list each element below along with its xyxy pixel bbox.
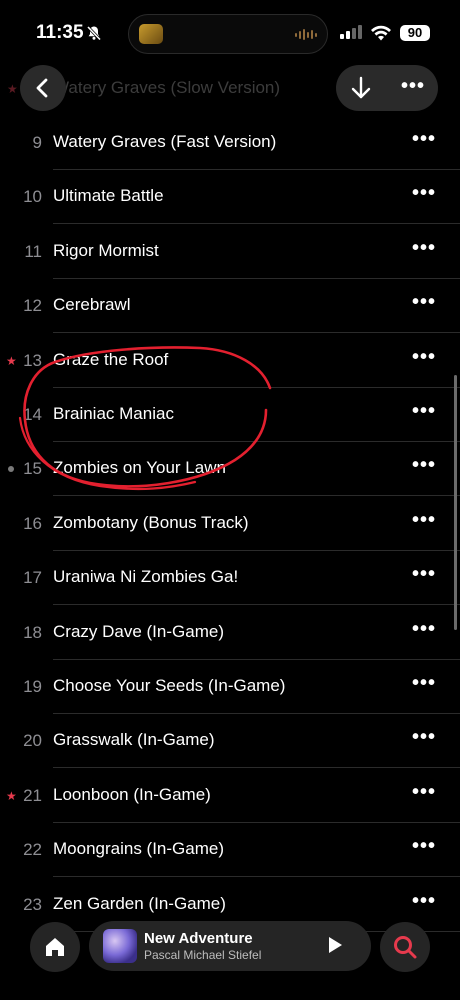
track-more-button[interactable]: ••• (410, 507, 438, 537)
track-row[interactable]: ★ 21 Loonboon (In-Game) ••• (0, 769, 460, 823)
back-button[interactable] (20, 65, 66, 111)
track-number: 11 (24, 241, 42, 261)
track-more-button[interactable]: ••• (410, 724, 438, 754)
status-time: 11:35 (36, 22, 84, 43)
track-row[interactable]: 14 Brainiac Maniac ••• (0, 388, 460, 442)
dynamic-island[interactable] (128, 14, 328, 54)
track-row[interactable]: 15 Zombies on Your Lawn ••• (0, 442, 460, 497)
track-more-button[interactable]: ••• (410, 779, 438, 809)
track-title: Grasswalk (In-Game) (53, 730, 215, 750)
play-icon[interactable] (325, 935, 345, 955)
status-dot-icon (8, 466, 14, 473)
track-row[interactable]: 22 Moongrains (In-Game) ••• (0, 823, 460, 878)
scrollbar[interactable] (454, 375, 457, 630)
chevron-left-icon (36, 78, 48, 98)
track-title: Watery Graves (Slow Version) (53, 78, 281, 97)
track-more-button[interactable]: ••• (410, 833, 438, 863)
track-number: 16 (23, 513, 42, 533)
track-title: Cerebrawl (53, 295, 131, 315)
track-number: 21 (23, 785, 42, 805)
track-number: 18 (23, 622, 42, 642)
now-playing-art-thumbnail (139, 24, 163, 44)
track-row[interactable]: 10 Ultimate Battle ••• (0, 170, 460, 225)
audio-waveform-icon (295, 29, 317, 40)
track-number: 12 (23, 296, 42, 316)
track-number: 9 (32, 133, 42, 152)
track-more-button[interactable]: ••• (410, 180, 438, 210)
track-row[interactable]: 18 Crazy Dave (In-Game) ••• (0, 606, 460, 660)
favorite-star-icon: ★ (6, 353, 17, 368)
track-more-button[interactable]: ••• (410, 398, 438, 428)
more-options-button[interactable]: ••• (398, 73, 428, 103)
track-number: 23 (23, 894, 42, 914)
album-art (103, 929, 137, 963)
home-button[interactable] (30, 922, 80, 972)
track-title: Rigor Mormist (53, 240, 159, 260)
track-title: Loonboon (In-Game) (53, 784, 211, 804)
track-title: Zombotany (Bonus Track) (53, 512, 249, 532)
track-title: Graze the Roof (53, 349, 169, 369)
cellular-signal-icon (340, 25, 362, 39)
search-button[interactable] (380, 922, 430, 972)
track-number: 19 (23, 677, 42, 696)
track-row[interactable]: 17 Uraniwa Ni Zombies Ga! ••• (0, 551, 460, 606)
track-title: Brainiac Maniac (53, 404, 174, 423)
track-more-button[interactable]: ••• (410, 126, 438, 156)
now-playing-title: New Adventure (144, 930, 253, 947)
track-title: Watery Graves (Fast Version) (53, 132, 277, 151)
track-row[interactable]: 9 Watery Graves (Fast Version) ••• (0, 116, 460, 170)
track-title: Zombies on Your Lawn (53, 458, 226, 478)
track-row[interactable]: 11 Rigor Mormist ••• (0, 225, 460, 279)
track-title: Crazy Dave (In-Game) (53, 621, 224, 641)
track-number: 15 (23, 459, 42, 479)
track-row[interactable]: 20 Grasswalk (In-Game) ••• (0, 714, 460, 769)
track-number: 20 (23, 731, 42, 751)
home-icon (46, 938, 64, 956)
favorite-star-icon: ★ (6, 788, 17, 803)
favorite-star-icon: ★ (7, 82, 18, 96)
now-playing-artist: Pascal Michael Stiefel (144, 948, 262, 962)
wifi-icon (371, 25, 391, 41)
track-title: Zen Garden (In-Game) (53, 893, 226, 913)
track-number: 17 (23, 568, 42, 588)
track-row[interactable]: ★ 13 Graze the Roof ••• (0, 334, 460, 388)
header-actions: ••• (336, 65, 438, 111)
track-more-button[interactable]: ••• (410, 561, 438, 591)
battery-icon: 90 (400, 25, 430, 41)
track-number: 14 (23, 405, 42, 424)
track-more-button[interactable]: ••• (410, 888, 438, 918)
track-row[interactable]: 12 Cerebrawl ••• (0, 279, 460, 334)
download-button[interactable] (346, 73, 376, 103)
track-row[interactable]: 16 Zombotany (Bonus Track) ••• (0, 497, 460, 551)
track-more-button[interactable]: ••• (410, 344, 438, 374)
track-number: 22 (23, 840, 42, 860)
track-title: Choose Your Seeds (In-Game) (53, 676, 286, 695)
bell-slash-icon (86, 25, 102, 41)
search-icon (394, 936, 417, 959)
track-more-button[interactable]: ••• (410, 452, 438, 482)
track-row[interactable]: 19 Choose Your Seeds (In-Game) ••• (0, 660, 460, 714)
track-more-button[interactable]: ••• (410, 616, 438, 646)
track-title: Uraniwa Ni Zombies Ga! (53, 567, 239, 587)
mini-player[interactable]: New Adventure Pascal Michael Stiefel (89, 921, 371, 971)
status-bar: 11:35 90 (0, 0, 460, 60)
track-number: 10 (23, 187, 42, 207)
track-more-button[interactable]: ••• (410, 670, 438, 700)
track-more-button[interactable]: ••• (410, 235, 438, 265)
track-title: Moongrains (In-Game) (53, 839, 225, 859)
track-number: 13 (23, 350, 42, 370)
track-more-button[interactable]: ••• (410, 289, 438, 319)
track-title: Ultimate Battle (53, 186, 164, 206)
